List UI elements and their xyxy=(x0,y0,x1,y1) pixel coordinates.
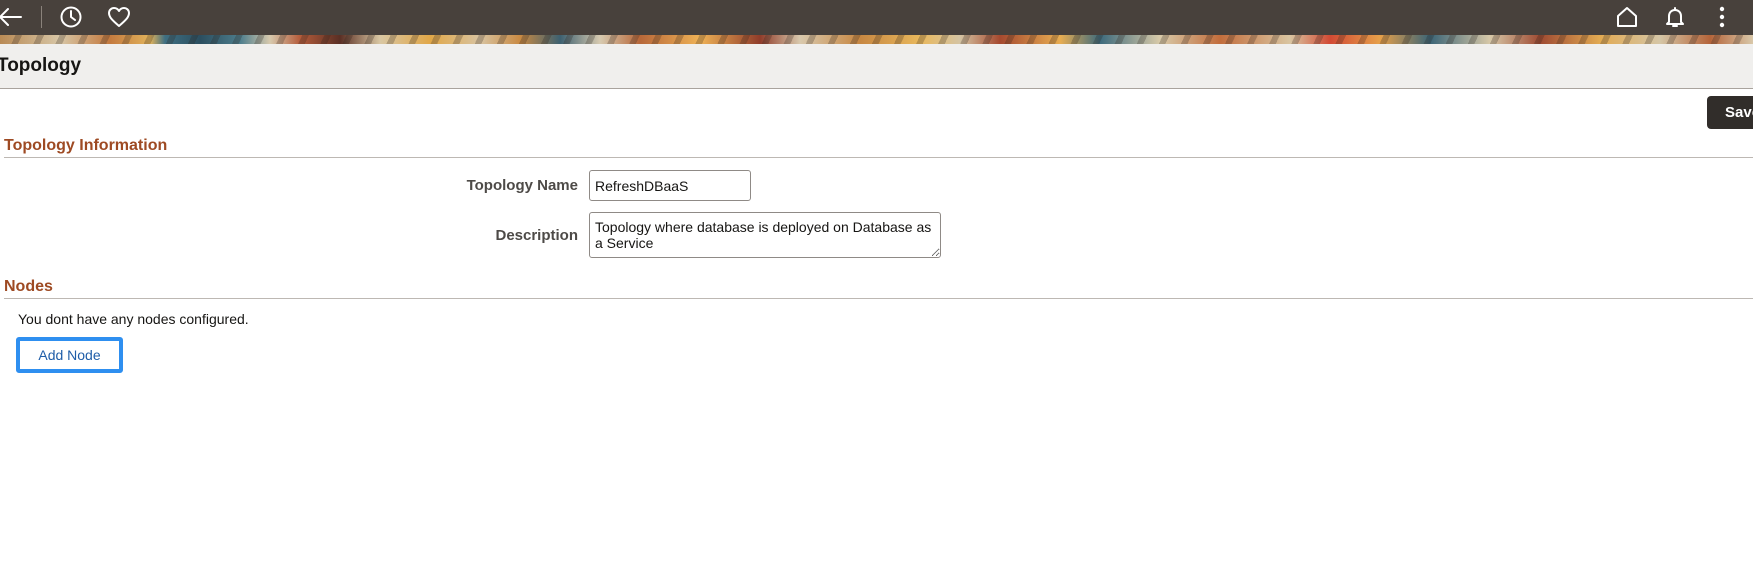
save-button[interactable]: Save xyxy=(1707,96,1753,129)
heart-icon[interactable] xyxy=(105,3,133,31)
page-title-bar: Topology xyxy=(0,44,1753,89)
clock-icon[interactable] xyxy=(57,3,85,31)
top-banner xyxy=(0,0,1753,44)
empty-nodes-message: You dont have any nodes configured. xyxy=(18,311,249,327)
kebab-menu-icon[interactable] xyxy=(1708,3,1736,31)
description-label: Description xyxy=(495,227,578,244)
section-divider xyxy=(4,157,1753,158)
add-node-focus-ring: Add Node xyxy=(16,337,123,373)
banner-decorative-strip xyxy=(0,35,1753,44)
home-icon[interactable] xyxy=(1613,3,1641,31)
topology-name-label: Topology Name xyxy=(466,177,578,194)
section-divider xyxy=(4,298,1753,299)
banner-bar xyxy=(0,0,1753,35)
section-header-topology-information: Topology Information xyxy=(4,137,168,154)
nav-divider xyxy=(41,6,42,28)
description-textarea[interactable]: Topology where database is deployed on D… xyxy=(589,212,941,258)
page-title: Topology xyxy=(0,55,82,76)
topology-name-input[interactable] xyxy=(589,170,751,201)
bell-icon[interactable] xyxy=(1661,3,1689,31)
add-node-button[interactable]: Add Node xyxy=(24,344,115,366)
back-arrow-icon[interactable] xyxy=(0,3,24,31)
section-header-nodes: Nodes xyxy=(4,278,53,295)
